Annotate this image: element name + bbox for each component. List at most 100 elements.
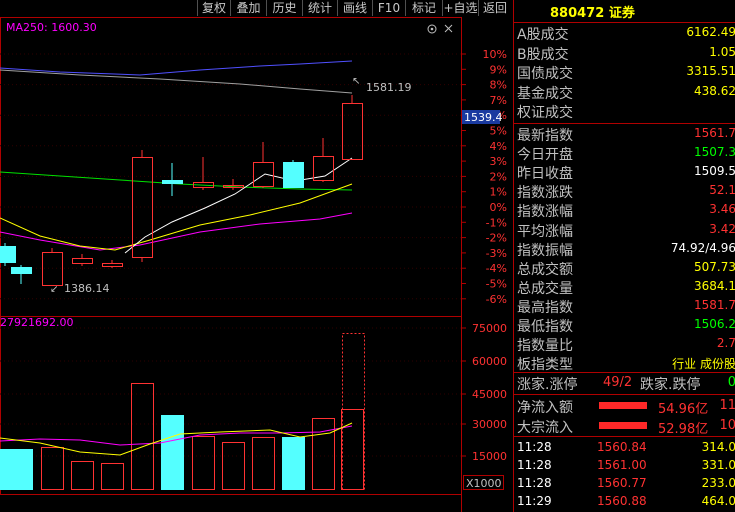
- volume-axis: 75000 60000 45000 30000 15000: [462, 322, 507, 463]
- tick-row: 11:28 1560.84 314.0: [517, 440, 735, 457]
- volume-bar: [10, 449, 33, 490]
- row-label: 总成交额: [517, 261, 573, 278]
- percent-tick: -6%: [486, 293, 507, 306]
- separator: [514, 436, 735, 437]
- row-label: 最低指数: [517, 319, 573, 335]
- volume-pane-frame: [0, 316, 462, 495]
- row-value: 52.1: [709, 183, 735, 198]
- row-label: 今日开盘: [517, 147, 573, 164]
- volume-tick: 60000: [472, 355, 507, 368]
- stat-row: 总成交量 3684.1: [517, 278, 735, 297]
- ma-line: [124, 157, 353, 254]
- tick-volume: 331.0: [701, 458, 735, 472]
- percent-tick: -4%: [486, 262, 507, 275]
- low-annotation: 1386.14: [64, 282, 110, 295]
- ma-line: [0, 212, 353, 251]
- row-value: 3.46: [709, 202, 735, 217]
- volume-tick: 75000: [472, 322, 507, 335]
- volume-bar: [71, 461, 94, 490]
- percent-tick: 1%: [490, 186, 507, 199]
- kline-chart[interactable]: 10%9%8%7%6%5%4%3%2%1%0%-1%-2%-3%-4%-5%-6…: [0, 0, 513, 512]
- row-label: 基金成交: [517, 85, 573, 102]
- price-pane-frame: [0, 17, 462, 317]
- volume-bar: [222, 442, 245, 490]
- flow-bar: [599, 402, 647, 409]
- row-label: 最新指数: [517, 128, 573, 144]
- panel-title: 880472 证券: [550, 2, 635, 21]
- row-label: 最高指数: [517, 299, 573, 316]
- volume-bar: [252, 437, 275, 490]
- separator: [514, 394, 735, 395]
- candle: [0, 246, 16, 263]
- percent-tick: 0%: [490, 201, 507, 214]
- stat-row: 最新指数 1561.7: [517, 125, 735, 144]
- low-arrow-icon: ↙: [50, 284, 58, 295]
- percent-tick: 9%: [490, 63, 507, 76]
- breadth-up-value: 49/2: [603, 375, 633, 390]
- volume-bar: [192, 436, 215, 490]
- stat-row: 最低指数 1506.2: [517, 316, 735, 335]
- breadth-up-label: 涨家.涨停: [517, 377, 578, 393]
- candle: [162, 180, 183, 184]
- breadth-row: 涨家.涨停 49/2 跌家.跌停 0: [517, 374, 735, 393]
- flow-value: 52.98亿: [658, 422, 709, 437]
- high-annotation: 1581.19: [366, 81, 412, 94]
- candle: [283, 162, 304, 188]
- candles: [0, 95, 363, 286]
- flow-extra: 10: [719, 418, 735, 433]
- tick-price: 1561.00: [597, 458, 647, 472]
- candle: [102, 263, 123, 267]
- row-value: 6162.49: [686, 25, 735, 39]
- volume-tick: 45000: [472, 388, 507, 401]
- tick-row: 11:28 1560.77 233.0: [517, 476, 735, 493]
- current-price-tag: 1539.4: [464, 111, 503, 124]
- row-label: 平均涨幅: [517, 223, 573, 240]
- tick-row: 11:28 1561.00 331.0: [517, 458, 735, 475]
- percent-tick: 5%: [490, 125, 507, 138]
- tick-time: 11:28: [517, 458, 552, 472]
- tick-time: 11:28: [517, 440, 552, 454]
- flow-bar: [599, 422, 647, 429]
- turnover-row: B股成交 1.05: [517, 44, 735, 63]
- row-value: 74.92/4.96: [670, 240, 735, 255]
- row-value: 1561.7: [694, 126, 735, 140]
- row-label: 昨日收盘: [517, 166, 573, 183]
- candle: [42, 252, 63, 286]
- stat-row: 指数涨幅 3.46: [517, 201, 735, 220]
- stat-row: 平均涨幅 3.42: [517, 221, 735, 240]
- index-name: 证券: [608, 6, 635, 21]
- flow-row: 大宗流入 52.98亿 10: [517, 417, 735, 437]
- row-label: 总成交量: [517, 280, 573, 297]
- stat-row: 指数量比 2.7: [517, 335, 735, 354]
- percent-tick: -2%: [486, 232, 507, 245]
- turnover-row: 基金成交 438.62: [517, 83, 735, 102]
- row-value: 1.05: [709, 44, 735, 59]
- tick-price: 1560.77: [597, 476, 647, 490]
- stat-row: 板指类型 行业 成份股: [517, 354, 735, 373]
- volume-bar: [341, 409, 364, 490]
- row-value: 1507.3: [694, 145, 735, 160]
- row-value: 2.7: [716, 336, 735, 351]
- close-icon[interactable]: [444, 24, 453, 33]
- volume-bar-forecast: [342, 333, 365, 490]
- row-label: 权证成交: [517, 105, 573, 122]
- stat-row: 指数振幅 74.92/4.96: [517, 240, 735, 259]
- volume-tick: 15000: [472, 450, 507, 463]
- percent-tick: -3%: [486, 247, 507, 260]
- row-value: 3684.1: [694, 278, 735, 293]
- flow-extra: 11: [719, 398, 735, 413]
- row-value: 438.62: [694, 83, 735, 98]
- volume-grid: [0, 327, 461, 457]
- high-arrow-icon: ↖: [352, 76, 360, 87]
- row-label: A股成交: [517, 27, 569, 43]
- ma-lines: [0, 60, 353, 254]
- percent-tick: 2%: [490, 170, 507, 183]
- settings-icon[interactable]: [427, 24, 437, 34]
- row-value: 行业 成份股: [672, 357, 735, 372]
- index-code: 880472: [550, 6, 605, 21]
- stat-row: 指数涨跌 52.1: [517, 182, 735, 201]
- breadth-down-value: 0: [727, 375, 735, 390]
- stat-row: 最高指数 1581.7: [517, 297, 735, 316]
- row-label: 指数涨跌: [517, 185, 573, 202]
- tick-volume: 233.0: [701, 476, 735, 490]
